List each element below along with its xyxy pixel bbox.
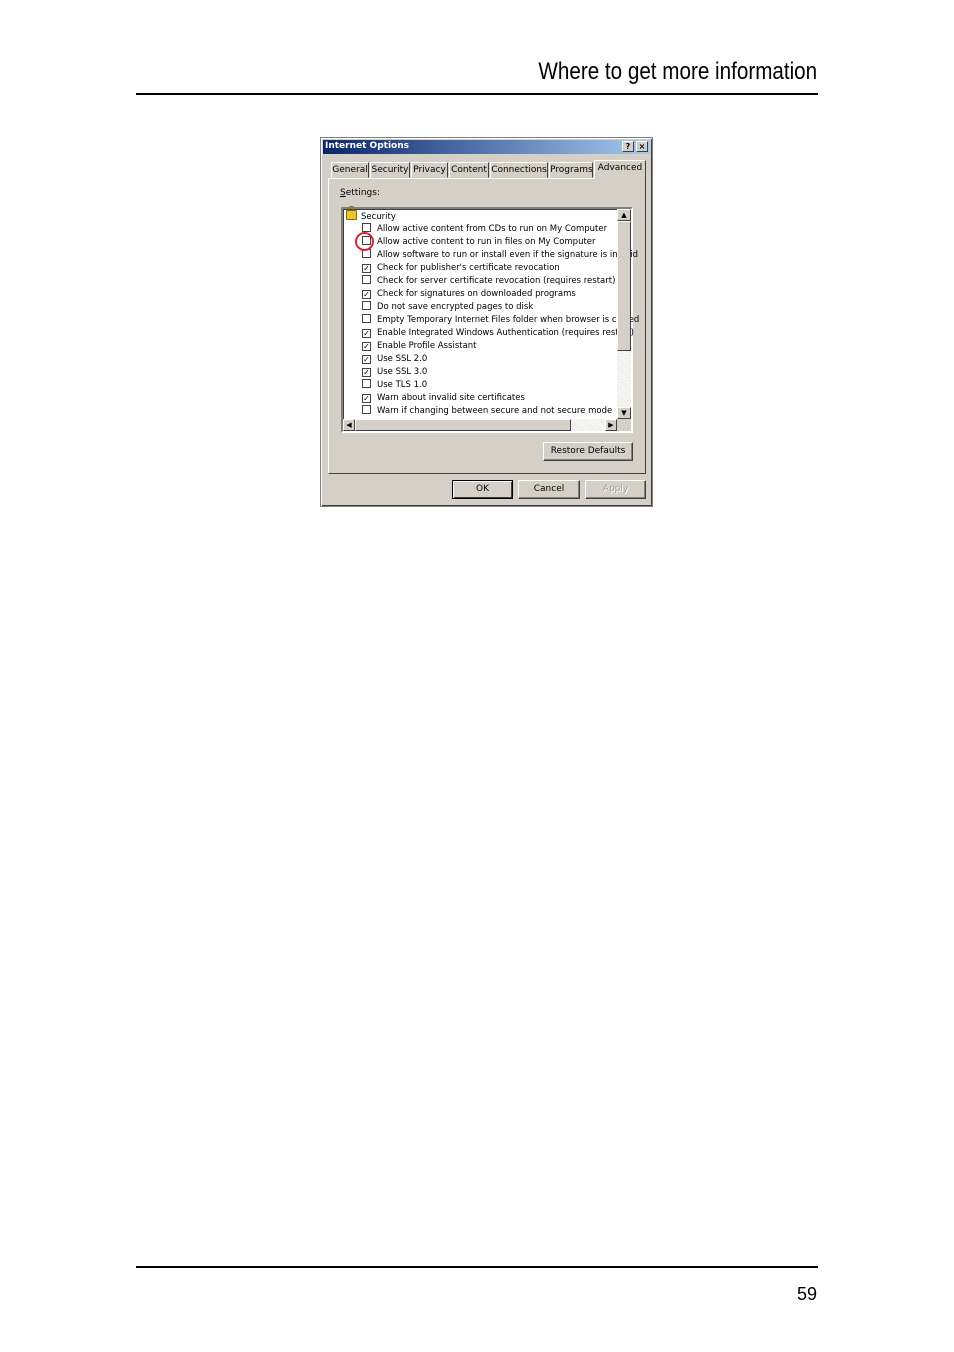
tab-programs[interactable]: Programs (549, 162, 593, 178)
setting-item[interactable]: ✓ Use SSL 3.0 (362, 366, 427, 379)
setting-label: Warn about invalid site certificates (377, 393, 525, 403)
setting-label: Allow active content from CDs to run on … (377, 224, 608, 234)
checkbox[interactable] (362, 379, 371, 388)
setting-label: Allow active content to run in files on … (377, 237, 596, 247)
scroll-left-icon[interactable]: ◀ (343, 419, 355, 431)
setting-item[interactable]: Empty Temporary Internet Files folder wh… (362, 314, 639, 327)
tab-connections[interactable]: Connections (490, 162, 548, 178)
tab-advanced[interactable]: Advanced (594, 160, 646, 179)
tab-privacy[interactable]: Privacy (411, 162, 448, 178)
setting-item[interactable]: ✓ Enable Profile Assistant (362, 340, 477, 353)
checkbox[interactable] (362, 275, 371, 284)
setting-label: Check for server certificate revocation … (377, 276, 616, 286)
setting-item[interactable]: Do not save encrypted pages to disk (362, 301, 533, 314)
page-header-title: Where to get more information (538, 58, 817, 85)
setting-label: Enable Integrated Windows Authentication… (377, 328, 634, 338)
checkbox[interactable]: ✓ (362, 394, 371, 403)
checkbox[interactable] (362, 405, 371, 414)
ok-button[interactable]: OK (452, 480, 513, 499)
advanced-tab-panel: Settings: Security Allow active content … (328, 178, 646, 474)
setting-label: Check for signatures on downloaded progr… (377, 289, 576, 299)
scroll-up-icon[interactable]: ▲ (617, 209, 631, 221)
highlight-circle (355, 232, 374, 251)
tab-general[interactable]: General (331, 162, 369, 178)
lock-icon (346, 206, 357, 220)
checkbox[interactable] (362, 314, 371, 323)
setting-label: Warn if changing between secure and not … (377, 406, 613, 416)
setting-item[interactable]: Allow active content to run in files on … (362, 236, 596, 249)
setting-item[interactable]: Check for server certificate revocation … (362, 275, 615, 288)
restore-defaults-button[interactable]: Restore Defaults (543, 442, 633, 461)
checkbox[interactable]: ✓ (362, 355, 371, 364)
setting-item[interactable]: Allow active content from CDs to run on … (362, 223, 607, 236)
checkbox[interactable] (362, 223, 371, 232)
footer-rule (136, 1266, 818, 1268)
close-button[interactable]: × (636, 141, 648, 152)
setting-item[interactable]: ✓ Use SSL 2.0 (362, 353, 427, 366)
checkbox[interactable]: ✓ (362, 342, 371, 351)
setting-label: Empty Temporary Internet Files folder wh… (377, 315, 640, 325)
tab-security[interactable]: Security (370, 162, 410, 178)
setting-label: Enable Profile Assistant (377, 341, 477, 351)
horizontal-scrollbar[interactable]: ◀ ▶ (343, 419, 617, 431)
setting-item[interactable]: Allow software to run or install even if… (362, 249, 638, 262)
setting-label: Use TLS 1.0 (377, 380, 428, 390)
tab-content[interactable]: Content (449, 162, 489, 178)
page-number: 59 (796, 1284, 817, 1304)
vertical-scrollbar[interactable]: ▲ ▼ (617, 209, 631, 419)
internet-options-dialog: Internet Options ? × General Security Pr… (320, 137, 653, 507)
checkbox[interactable]: ✓ (362, 290, 371, 299)
vertical-scroll-thumb[interactable] (617, 221, 631, 351)
setting-label: Allow software to run or install even if… (377, 250, 638, 260)
checkbox[interactable]: ✓ (362, 368, 371, 377)
scroll-down-icon[interactable]: ▼ (617, 407, 631, 419)
setting-item[interactable]: ✓ Enable Integrated Windows Authenticatio… (362, 327, 634, 340)
apply-button[interactable]: Apply (585, 480, 646, 499)
setting-item[interactable]: Warn if changing between secure and not … (362, 405, 612, 418)
setting-label: Do not save encrypted pages to disk (377, 302, 534, 312)
checkbox[interactable]: ✓ (362, 329, 371, 338)
setting-label: Check for publisher's certificate revoca… (377, 263, 560, 273)
scroll-right-icon[interactable]: ▶ (605, 419, 617, 431)
help-button[interactable]: ? (622, 141, 634, 152)
settings-list[interactable]: Security Allow active content from CDs t… (341, 206, 639, 433)
settings-label-text: ettings: (345, 188, 380, 198)
settings-label: Settings: (340, 188, 380, 198)
setting-item[interactable]: ✓ Warn about invalid site certificates (362, 392, 525, 405)
restore-defaults-label: Restore Defaults (550, 446, 626, 456)
setting-label: Use SSL 2.0 (377, 354, 428, 364)
setting-item[interactable]: ✓ Check for signatures on downloaded prog… (362, 288, 576, 301)
checkbox[interactable] (362, 301, 371, 310)
setting-item[interactable]: Use TLS 1.0 (362, 379, 427, 392)
setting-label: Use SSL 3.0 (377, 367, 428, 377)
setting-item[interactable]: ✓ Check for publisher's certificate revoc… (362, 262, 560, 275)
category-security: Security (346, 206, 396, 223)
title-bar[interactable]: Internet Options ? × (323, 140, 650, 154)
checkbox[interactable]: ✓ (362, 264, 371, 273)
header-rule (136, 93, 818, 95)
scrollbar-corner (617, 419, 631, 431)
horizontal-scroll-thumb[interactable] (355, 419, 571, 431)
category-label: Security (361, 212, 396, 222)
cancel-button[interactable]: Cancel (518, 480, 580, 499)
dialog-title: Internet Options (325, 141, 409, 151)
